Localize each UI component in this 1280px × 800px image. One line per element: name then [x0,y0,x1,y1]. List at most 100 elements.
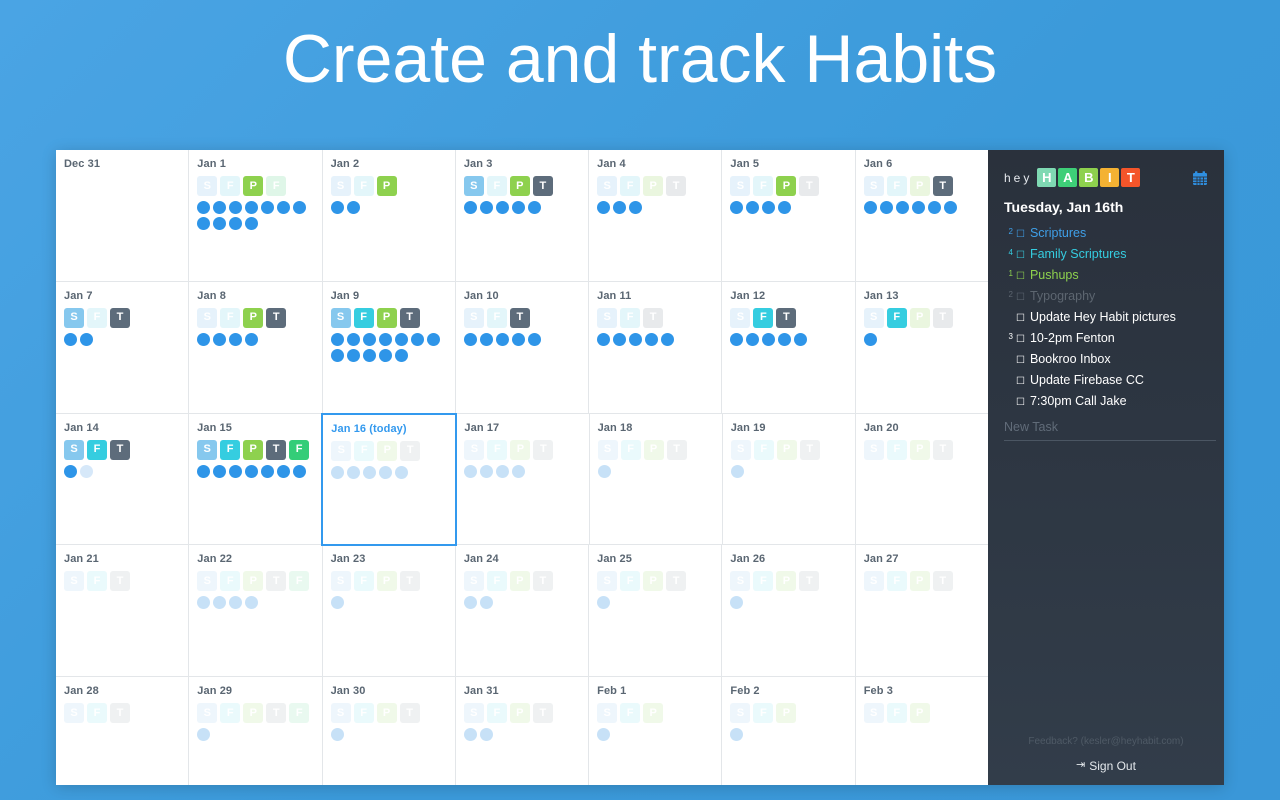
habit-badge-s[interactable]: S [64,571,84,592]
habit-badge-g[interactable]: F [289,703,310,723]
habit-badge-t[interactable]: T [776,307,797,328]
habit-badge-t[interactable]: T [666,176,687,196]
habit-badge-t[interactable]: T [266,439,287,460]
habit-badge-s[interactable]: S [863,307,884,328]
habit-badge-p[interactable]: P [643,571,664,592]
habit-badge-s[interactable]: S [597,571,618,592]
habit-badge-p[interactable]: P [909,703,930,723]
calendar-day[interactable]: Jan 26 S F P T [722,545,856,677]
calendar-day[interactable]: Jan 11 S F T [589,281,723,414]
habit-badge-t[interactable]: T [509,307,530,328]
calendar-day[interactable]: Feb 1 SFP [589,677,723,785]
task-checkbox-icon[interactable]: ☐ [1016,267,1025,286]
calendar-day[interactable]: Jan 28 S F T [56,677,190,785]
habit-badge-f[interactable]: F [87,439,107,460]
habit-badge-t[interactable]: T [399,571,420,592]
habit-badge-p[interactable]: P [243,176,264,196]
habit-badge-s[interactable]: S [464,439,485,460]
calendar-day[interactable]: Jan 4 SFPT [589,150,723,282]
habit-badge-s[interactable]: S [863,703,884,723]
habit-badge-s[interactable]: S [463,176,484,196]
habit-badge-f[interactable]: F [620,571,641,592]
habit-badge-t[interactable]: T [110,439,130,460]
habit-badge-s[interactable]: S [863,571,884,592]
calendar-day[interactable]: Jan 27 S F P T [855,545,988,677]
habit-badge-s[interactable]: S [64,703,84,723]
calendar-day[interactable]: Dec 31 [56,150,190,282]
habit-badge-s[interactable]: S [197,439,218,460]
habit-badge-p[interactable]: P [643,439,664,460]
habit-badge-s[interactable]: S [330,703,351,723]
habit-badge-s[interactable]: S [64,307,84,328]
habit-badge-p[interactable]: P [909,571,930,592]
habit-badge-p[interactable]: P [376,307,397,328]
habit-badge-p[interactable]: P [243,307,264,328]
habit-badge-t[interactable]: T [399,703,420,723]
habit-badge-s[interactable]: S [730,439,751,460]
habit-badge-f[interactable]: F [620,176,641,196]
task-checkbox-icon[interactable]: ☐ [1016,372,1025,391]
habit-badge-f[interactable]: F [886,571,907,592]
habit-badge-t[interactable]: T [110,571,130,592]
habit-badge-f[interactable]: F [353,703,374,723]
habit-badge-s[interactable]: S [197,571,218,592]
habit-badge-f[interactable]: F [220,307,241,328]
habit-badge-p[interactable]: P [243,703,264,723]
habit-badge-p[interactable]: P [509,176,530,196]
task-item[interactable]: ☐ Bookroo Inbox [1004,350,1208,370]
habit-badge-p[interactable]: P [509,571,530,592]
habit-badge-t[interactable]: T [266,307,287,328]
habit-badge-t[interactable]: T [799,439,820,460]
task-item[interactable]: 2 ☐ Typography [1004,287,1208,307]
habit-badge-f[interactable]: F [620,703,641,723]
habit-badge-s[interactable]: S [463,307,484,328]
calendar-day[interactable]: Jan 29 S F P T F [189,677,323,785]
habit-badge-p[interactable]: P [376,176,397,196]
calendar-day[interactable]: Jan 3 SFPT [455,150,590,282]
habit-badge-s[interactable]: S [330,176,351,196]
calendar-day[interactable]: Feb 2 SFP [722,677,856,785]
habit-badge-f[interactable]: F [753,571,774,592]
task-item[interactable]: 4 ☐ Family Scriptures [1004,245,1208,265]
habit-badge-p[interactable]: P [243,571,264,592]
habit-badge-p[interactable]: P [909,439,930,460]
habit-badge-t[interactable]: T [533,439,554,460]
habit-badge-t[interactable]: T [799,176,820,196]
calendar-day[interactable]: Jan 22 S F P T F [189,545,323,677]
habit-badge-t[interactable]: T [666,571,687,592]
habit-badge-t[interactable]: T [532,703,553,723]
habit-badge-g[interactable]: F [266,176,287,196]
habit-badge-f[interactable]: F [886,703,907,723]
habit-badge-t[interactable]: T [643,307,664,328]
habit-badge-s[interactable]: S [597,439,618,460]
habit-badge-p[interactable]: P [510,439,531,460]
habit-badge-p[interactable]: P [776,703,797,723]
calendar-day[interactable]: Jan 20 S F P T [855,413,988,546]
calendar-day[interactable]: Jan 21 S F T [56,545,190,677]
habit-badge-f[interactable]: F [220,176,241,196]
calendar-day[interactable]: Jan 14 S F T [56,413,190,546]
task-checkbox-icon[interactable]: ☐ [1016,393,1025,412]
feedback-text[interactable]: Feedback? (kesler@heyhabit.com) [988,736,1224,747]
habit-badge-s[interactable]: S [463,703,484,723]
task-item[interactable]: ☐ Update Firebase CC [1004,371,1208,391]
habit-badge-t[interactable]: T [799,571,820,592]
task-item[interactable]: 1 ☐ Pushups [1004,266,1208,286]
habit-badge-f[interactable]: F [220,703,241,723]
habit-badge-s[interactable]: S [597,176,618,196]
habit-badge-s[interactable]: S [730,703,751,723]
habit-badge-s[interactable]: S [331,440,352,461]
habit-badge-s[interactable]: S [597,703,618,723]
habit-badge-t[interactable]: T [932,176,953,196]
habit-badge-f[interactable]: F [753,307,774,328]
habit-badge-f[interactable]: F [486,703,507,723]
habit-badge-f[interactable]: F [353,176,374,196]
sign-out-button[interactable]: ⇥ Sign Out [1076,759,1136,773]
habit-badge-f[interactable]: F [753,176,774,196]
habit-badge-f[interactable]: F [753,703,774,723]
habit-badge-f[interactable]: F [486,176,507,196]
calendar-day[interactable]: Jan 13 S F P T [855,281,988,414]
habit-badge-f[interactable]: F [486,571,507,592]
habit-badge-s[interactable]: S [863,176,884,196]
habit-badge-f[interactable]: F [753,439,774,460]
